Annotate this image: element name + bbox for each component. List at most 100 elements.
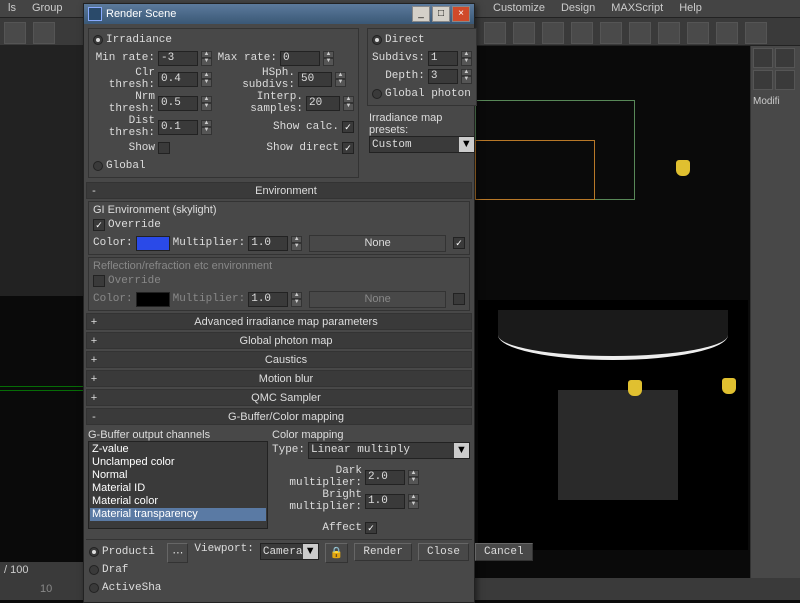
toolbar-button[interactable] (629, 22, 651, 44)
preset-button[interactable]: ⋯ (167, 543, 188, 563)
time-slider[interactable]: / 100 (0, 562, 90, 578)
gi-map-button[interactable]: None (309, 235, 446, 252)
menu-item[interactable]: MAXScript (603, 0, 671, 16)
irradiance-radio[interactable] (93, 35, 103, 45)
max-rate-label: Max rate: (215, 52, 277, 64)
global-photon-radio[interactable] (372, 89, 382, 99)
color-mapping-type-dropdown[interactable]: Linear multiply▼ (308, 442, 470, 459)
menu-item[interactable]: Customize (485, 0, 553, 16)
affect-checkbox[interactable]: ✓ (365, 522, 377, 534)
dark-mult-input[interactable] (365, 470, 405, 485)
spinner-buttons[interactable]: ▲▼ (408, 470, 419, 485)
panel-tab[interactable] (775, 48, 795, 68)
spinner-buttons[interactable]: ▲▼ (408, 494, 419, 509)
panel-tab[interactable] (775, 70, 795, 90)
gbuffer-rollout[interactable]: -G-Buffer/Color mapping (86, 408, 472, 425)
toolbar-button[interactable] (687, 22, 709, 44)
gi-map-checkbox[interactable]: ✓ (453, 237, 465, 249)
clr-thresh-input[interactable] (158, 72, 198, 87)
menu-item[interactable]: Design (553, 0, 603, 16)
toolbar-button[interactable] (513, 22, 535, 44)
viewport-top-left[interactable] (0, 46, 83, 296)
caustics-rollout[interactable]: +Caustics (86, 351, 472, 368)
toolbar-button[interactable] (484, 22, 506, 44)
gi-color-swatch[interactable] (136, 236, 170, 251)
list-item[interactable]: Material color (90, 495, 266, 508)
spinner-buttons[interactable]: ▲▼ (291, 236, 302, 251)
max-rate-input[interactable] (280, 51, 320, 66)
menu-item[interactable]: ls (0, 0, 24, 16)
interp-input[interactable] (306, 96, 340, 111)
presets-dropdown[interactable]: Custom▼ (369, 136, 475, 153)
qmc-sampler-rollout[interactable]: +QMC Sampler (86, 389, 472, 406)
production-radio[interactable] (89, 547, 99, 557)
maximize-button[interactable]: □ (432, 6, 450, 22)
motion-blur-rollout[interactable]: +Motion blur (86, 370, 472, 387)
list-item[interactable]: Z-value (90, 443, 266, 456)
toolbar-button[interactable] (716, 22, 738, 44)
dist-thresh-input[interactable] (158, 120, 198, 135)
toolbar-button[interactable] (600, 22, 622, 44)
list-item[interactable]: Material ID (90, 482, 266, 495)
nrm-thresh-input[interactable] (158, 96, 198, 111)
minimize-button[interactable]: _ (412, 6, 430, 22)
environment-rollout-header[interactable]: -Environment (86, 182, 472, 199)
gi-override-checkbox[interactable]: ✓ (93, 219, 105, 231)
min-rate-input[interactable] (158, 51, 198, 66)
rr-color-swatch[interactable] (136, 292, 170, 307)
activeshade-radio[interactable] (89, 583, 99, 593)
draft-radio[interactable] (89, 565, 99, 575)
list-item[interactable]: Normal (90, 469, 266, 482)
spinner-buttons[interactable]: ▲▼ (201, 120, 212, 135)
spinner-buttons[interactable]: ▲▼ (201, 51, 212, 66)
toolbar-button[interactable] (571, 22, 593, 44)
lock-button[interactable]: 🔒 (325, 543, 349, 563)
toolbar-button[interactable] (658, 22, 680, 44)
show-calc-checkbox[interactable]: ✓ (342, 121, 354, 133)
viewport-perspective[interactable] (478, 300, 748, 550)
hsph-input[interactable] (298, 72, 332, 87)
direct-radio[interactable] (372, 35, 382, 45)
panel-tab[interactable] (753, 70, 773, 90)
toolbar-button[interactable] (745, 22, 767, 44)
toolbar-button[interactable] (4, 22, 26, 44)
close-button[interactable]: Close (418, 543, 469, 561)
subdivs-label: Subdivs: (372, 52, 425, 64)
spinner-buttons[interactable]: ▲▼ (201, 72, 212, 87)
subdivs-input[interactable] (428, 51, 458, 66)
list-item[interactable]: Unclamped color (90, 456, 266, 469)
rr-override-checkbox[interactable] (93, 275, 105, 287)
viewport-dropdown[interactable]: Camera01▼ (260, 543, 319, 560)
gi-multiplier-input[interactable] (248, 236, 288, 251)
depth-input[interactable] (428, 69, 458, 84)
show-label: Show (93, 142, 155, 154)
spinner-buttons[interactable]: ▲▼ (461, 51, 472, 66)
show-checkbox[interactable] (158, 142, 170, 154)
spinner-buttons[interactable]: ▲▼ (343, 96, 354, 111)
global-photon-rollout[interactable]: +Global photon map (86, 332, 472, 349)
spinner-buttons[interactable]: ▲▼ (461, 69, 472, 84)
show-direct-checkbox[interactable]: ✓ (342, 142, 354, 154)
direct-group: Direct Subdivs:▲▼ Depth:▲▼ Global photon (367, 28, 477, 106)
bright-mult-input[interactable] (365, 494, 405, 509)
toolbar-button[interactable] (33, 22, 55, 44)
titlebar[interactable]: Render Scene _ □ × (84, 4, 474, 24)
clr-thresh-label: Clr thresh: (93, 67, 155, 91)
menu-item[interactable]: Help (671, 0, 710, 16)
gbuffer-listbox[interactable]: Z-value Unclamped color Normal Material … (88, 441, 268, 529)
cancel-button[interactable]: Cancel (475, 543, 533, 561)
close-button[interactable]: × (452, 6, 470, 22)
viewport-top-right[interactable] (475, 100, 685, 270)
adv-irradiance-rollout[interactable]: +Advanced irradiance map parameters (86, 313, 472, 330)
render-button[interactable]: Render (354, 543, 412, 561)
app-icon (88, 7, 102, 21)
spinner-buttons[interactable]: ▲▼ (201, 96, 212, 111)
chevron-down-icon: ▼ (303, 544, 318, 559)
menu-item[interactable]: Group (24, 0, 71, 16)
spinner-buttons[interactable]: ▲▼ (323, 51, 334, 66)
spinner-buttons[interactable]: ▲▼ (335, 72, 346, 87)
panel-tab[interactable] (753, 48, 773, 68)
list-item[interactable]: Material transparency (90, 508, 266, 521)
toolbar-button[interactable] (542, 22, 564, 44)
global-radio[interactable] (93, 161, 103, 171)
